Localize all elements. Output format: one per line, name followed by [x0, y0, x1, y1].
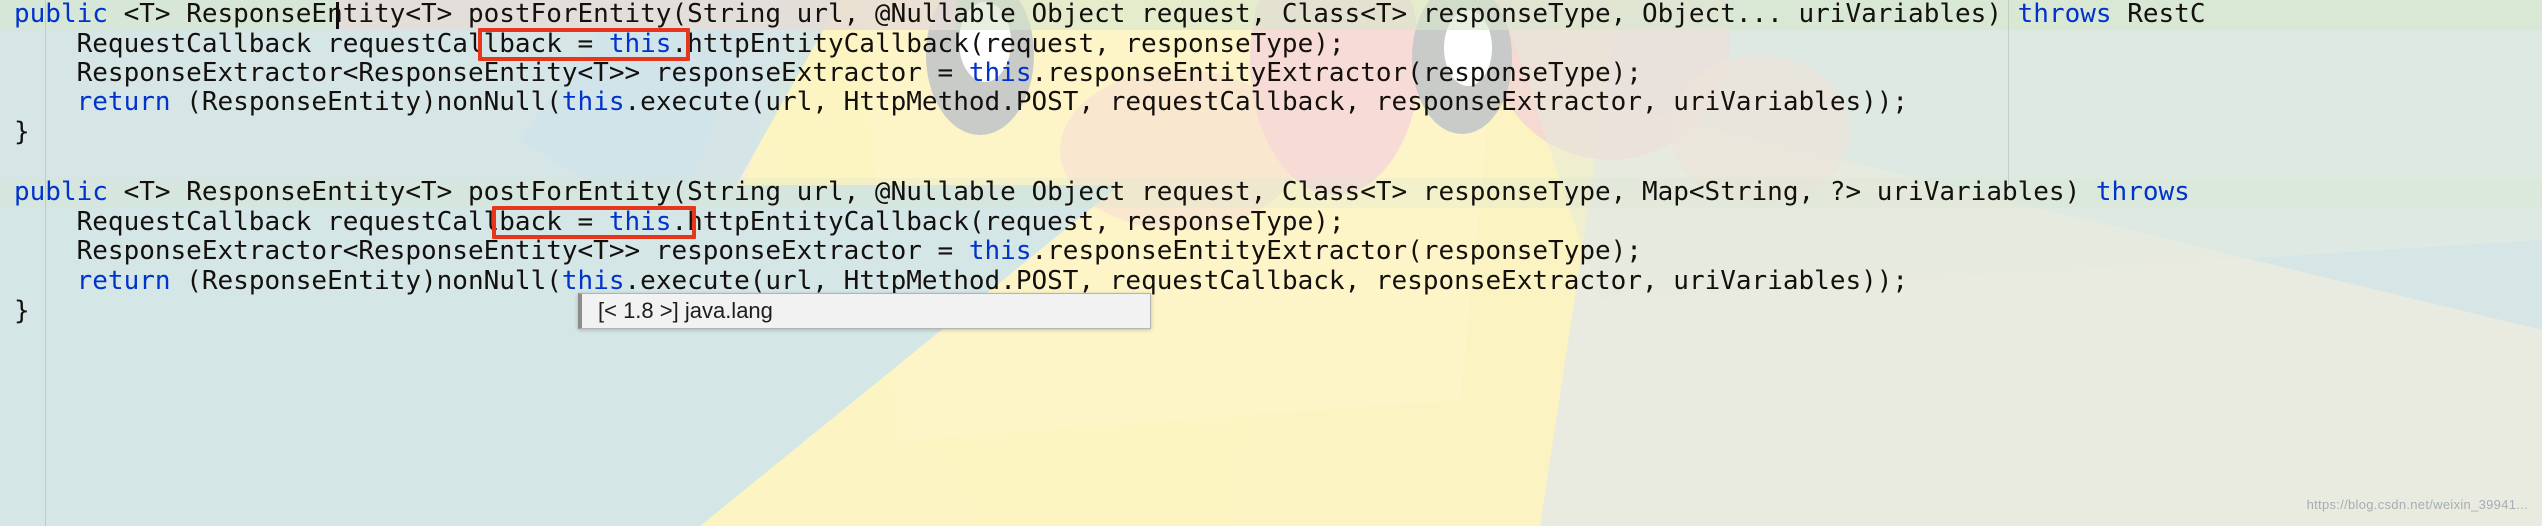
code-line[interactable]: return (ResponseEntity)nonNull(this.exec…: [14, 87, 1909, 118]
blog-watermark: https://blog.csdn.net/weixin_39941...: [2306, 497, 2528, 512]
code-line[interactable]: ResponseExtractor<ResponseEntity<T>> res…: [14, 58, 1642, 89]
tooltip-label: [< 1.8 >] java.lang: [598, 298, 773, 323]
java-version-tooltip[interactable]: [< 1.8 >] java.lang: [578, 293, 1151, 329]
code-keyword: return: [76, 266, 171, 296]
code-token: ResponseExtractor<ResponseEntity<T>> res…: [14, 236, 969, 266]
code-keyword: throws: [2017, 0, 2112, 29]
code-token: }: [14, 117, 30, 147]
code-line[interactable]: public <T> ResponseEntity<T> postForEnti…: [14, 0, 2205, 30]
code-token: }: [14, 296, 30, 326]
code-line[interactable]: public <T> ResponseEntity<T> postForEnti…: [14, 177, 2190, 208]
text-caret: [336, 2, 339, 29]
code-keyword: this: [968, 58, 1032, 88]
code-token: ResponseExtractor<ResponseEntity<T>> res…: [14, 58, 969, 88]
code-token: .execute(url, HttpMethod.POST, requestCa…: [624, 266, 1909, 296]
code-token: <T> ResponseEntity<T> postForEntity(Stri…: [107, 177, 2096, 207]
code-token: .execute(url, HttpMethod.POST, requestCa…: [624, 87, 1909, 117]
code-token: .responseEntityExtractor(responseType);: [1031, 236, 1642, 266]
code-token: .responseEntityExtractor(responseType);: [1031, 58, 1642, 88]
code-keyword: this: [561, 266, 625, 296]
code-keyword: this: [561, 87, 625, 117]
code-token: .httpEntityCallback(request, responseTyp…: [671, 207, 1345, 237]
code-token: <T> ResponseEntity<T> postForEntity(Stri…: [107, 0, 2018, 29]
code-keyword: throws: [2095, 177, 2190, 207]
highlight-box-http-entity-callback-1: [478, 28, 690, 61]
highlight-box-http-entity-callback-2: [492, 206, 696, 239]
code-line[interactable]: }: [14, 117, 30, 148]
code-token: .httpEntityCallback(request, responseTyp…: [671, 29, 1345, 59]
ide-code-editor-screen: public <T> ResponseEntity<T> postForEnti…: [0, 0, 2542, 526]
code-keyword: public: [14, 177, 108, 207]
code-line[interactable]: }: [14, 296, 30, 327]
code-keyword: public: [14, 0, 108, 29]
code-text-layer[interactable]: public <T> ResponseEntity<T> postForEnti…: [0, 0, 2542, 526]
code-token: (ResponseEntity)nonNull(: [170, 266, 562, 296]
code-token: RestC: [2111, 0, 2206, 29]
code-keyword: return: [76, 87, 171, 117]
code-token: (ResponseEntity)nonNull(: [170, 87, 562, 117]
code-keyword: this: [968, 236, 1032, 266]
code-line[interactable]: ResponseExtractor<ResponseEntity<T>> res…: [14, 236, 1642, 267]
